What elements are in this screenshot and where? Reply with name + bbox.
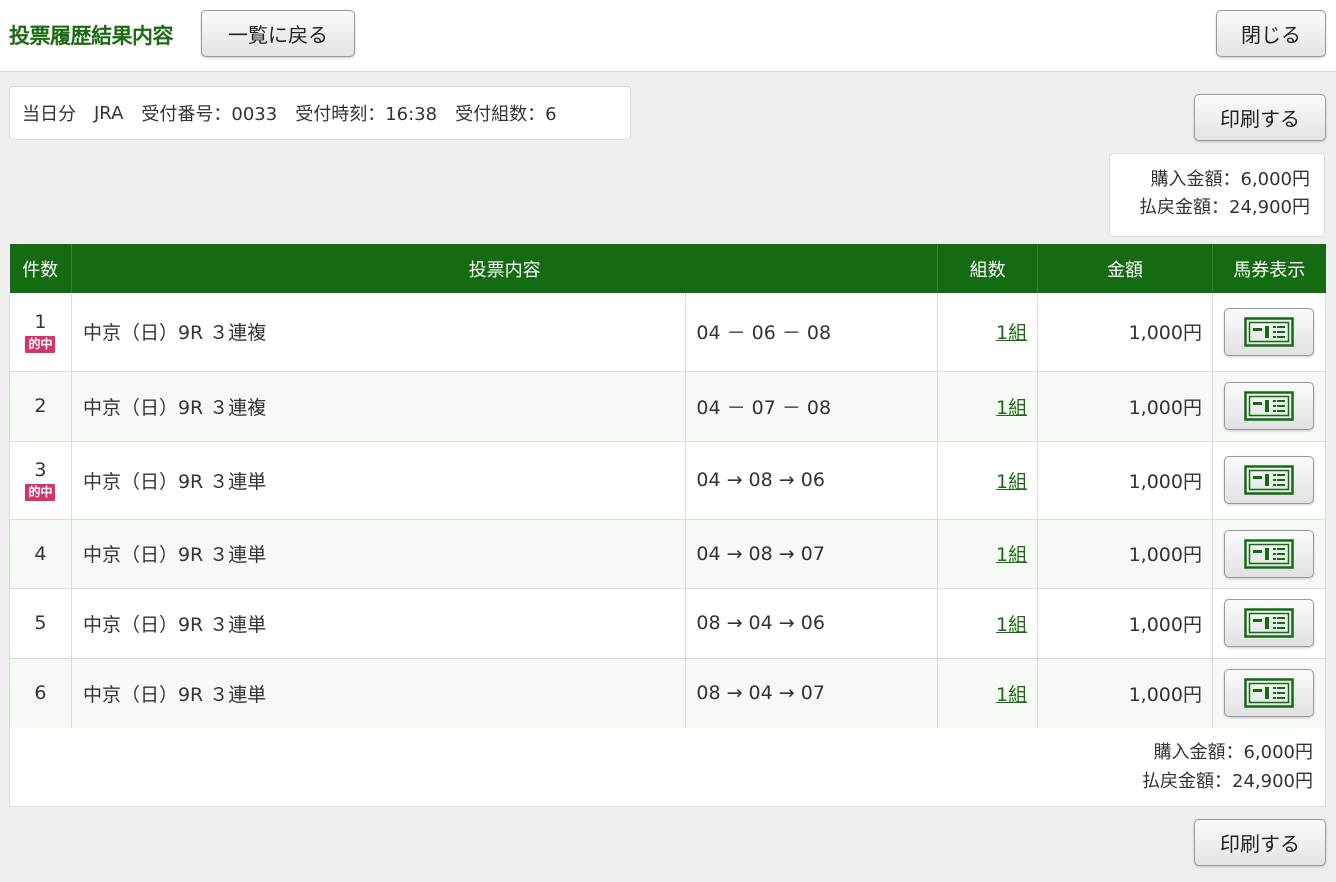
row-number-cell: 2 [9,371,72,442]
ticket-view-button[interactable] [1224,382,1314,430]
ticket-cell [1212,441,1326,520]
table-row: 1 的中 中京（日）9R ３連複 04 － 06 － 08 1組 1,000円 [9,293,1326,372]
combination-cell: 04 － 07 － 08 [685,371,939,442]
receipt-info: 当日分 JRA 受付番号：0033 受付時刻：16:38 受付組数：6 [9,86,631,140]
race-cell: 中京（日）9R ３連単 [71,658,687,729]
hit-badge: 的中 [25,335,56,353]
kumi-link[interactable]: 1組 [996,684,1027,706]
row-number-cell: 5 [9,588,72,659]
header-kumi: 組数 [937,244,1039,293]
combination-cell: 08 → 04 → 06 [685,588,939,659]
amount-cell: 1,000円 [1037,588,1213,659]
race-cell: 中京（日）9R ３連複 [71,293,687,372]
table-row: 5 中京（日）9R ３連単 08 → 04 → 06 1組 1,000円 [9,588,1326,659]
table-header-row: 件数 投票内容 組数 金額 馬券表示 [9,244,1326,293]
ticket-icon [1244,608,1294,638]
amount-cell: 1,000円 [1037,441,1213,520]
amount-cell: 1,000円 [1037,658,1213,729]
payout-amount: 払戻金額：24,900円 [1139,197,1310,218]
kumi-cell: 1組 [937,519,1039,589]
back-to-list-button[interactable]: 一覧に戻る [201,10,355,57]
row-number-cell: 1 的中 [9,293,72,372]
kumi-link[interactable]: 1組 [996,322,1027,344]
kumi-link[interactable]: 1組 [996,614,1027,636]
kumi-link[interactable]: 1組 [996,397,1027,419]
info-org: JRA [94,102,124,124]
ticket-view-button[interactable] [1224,456,1314,504]
combination-cell: 08 → 04 → 07 [685,658,939,729]
header-content: 投票内容 [71,244,939,293]
results-table: 件数 投票内容 組数 金額 馬券表示 1 的中 中京（日）9R ３連複 04 － 06… [9,244,1326,729]
ticket-icon [1244,465,1294,495]
hit-badge: 的中 [25,484,56,501]
table-row: 3 的中 中京（日）9R ３連単 04 → 08 → 06 1組 1,000円 [9,441,1326,520]
row-number-cell: 4 [9,519,72,589]
ticket-icon [1244,538,1294,569]
close-button[interactable]: 閉じる [1216,10,1326,57]
table-row: 4 中京（日）9R ３連単 04 → 08 → 07 1組 1,000円 [9,519,1326,589]
combination-cell: 04 → 08 → 06 [685,441,939,520]
kumi-link[interactable]: 1組 [996,544,1027,566]
summary-top: 購入金額：6,000円 払戻金額：24,900円 [1109,153,1325,237]
ticket-view-button[interactable] [1224,669,1314,717]
table-row: 6 中京（日）9R ３連単 08 → 04 → 07 1組 1,000円 [9,658,1326,729]
amount-cell: 1,000円 [1037,293,1213,372]
row-number: 5 [34,612,47,634]
row-number: 1 [34,310,47,333]
page-title: 投票履歴結果内容 [9,24,174,48]
combination-cell: 04 － 06 － 08 [685,293,939,372]
race-cell: 中京（日）9R ３連単 [71,519,687,589]
combination-cell: 04 → 08 → 07 [685,519,939,589]
ticket-cell [1212,371,1326,442]
ticket-icon [1244,391,1294,421]
ticket-icon [1244,678,1294,708]
kumi-cell: 1組 [937,441,1039,520]
summary-bottom: 購入金額：6,000円 払戻金額：24,900円 [9,728,1326,807]
amount-cell: 1,000円 [1037,371,1213,442]
ticket-view-button[interactable] [1224,599,1314,647]
header-count: 件数 [9,244,72,293]
print-button-bottom[interactable]: 印刷する [1194,819,1326,866]
print-button-top[interactable]: 印刷する [1194,94,1326,141]
table-row: 2 中京（日）9R ３連複 04 － 07 － 08 1組 1,000円 [9,371,1326,442]
ticket-cell [1212,293,1326,372]
info-day: 当日分 [22,104,76,125]
row-number: 4 [34,542,47,565]
header-ticket: 馬券表示 [1212,244,1326,293]
ticket-cell [1212,588,1326,659]
info-receipt-time: 受付時刻：16:38 [295,104,438,125]
race-cell: 中京（日）9R ３連複 [71,371,687,442]
race-cell: 中京（日）9R ３連単 [71,441,687,520]
kumi-cell: 1組 [937,293,1039,372]
row-number: 6 [34,682,47,704]
kumi-cell: 1組 [937,658,1039,729]
info-receipt-no: 受付番号：0033 [141,104,278,125]
payout-amount-bottom: 払戻金額：24,900円 [1142,771,1313,792]
race-cell: 中京（日）9R ３連単 [71,588,687,659]
ticket-icon [1244,317,1294,347]
ticket-view-button[interactable] [1224,307,1314,356]
row-number: 3 [34,459,47,481]
info-receipt-count: 受付組数：6 [455,104,557,125]
purchase-amount: 購入金額：6,000円 [1150,169,1310,190]
kumi-cell: 1組 [937,588,1039,659]
ticket-cell [1212,658,1326,729]
row-number-cell: 3 的中 [9,441,72,520]
header-amount: 金額 [1037,244,1213,293]
ticket-cell [1212,519,1326,589]
row-number-cell: 6 [9,658,72,729]
ticket-view-button[interactable] [1224,529,1314,578]
purchase-amount-bottom: 購入金額：6,000円 [1153,742,1313,763]
kumi-link[interactable]: 1組 [996,471,1027,493]
kumi-cell: 1組 [937,371,1039,442]
row-number: 2 [34,395,47,417]
amount-cell: 1,000円 [1037,519,1213,589]
top-bar: 投票履歴結果内容 一覧に戻る 閉じる [0,0,1336,72]
